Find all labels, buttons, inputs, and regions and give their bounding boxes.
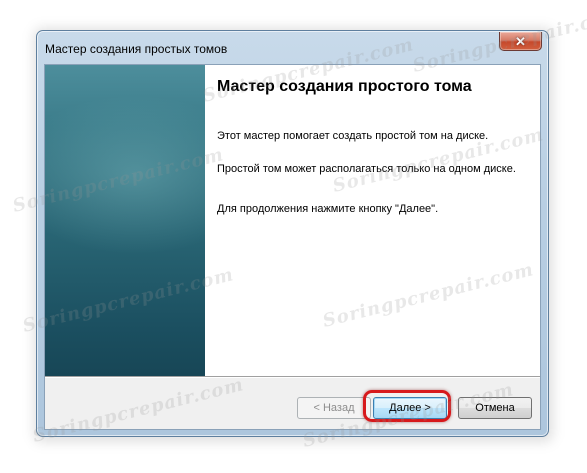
wizard-content-panel: Мастер создания простого тома Этот масте… [205, 65, 540, 376]
close-button[interactable]: ✕ [499, 32, 542, 51]
close-icon: ✕ [515, 33, 526, 49]
next-button-highlight [363, 390, 451, 422]
cancel-button[interactable]: Отмена [458, 397, 532, 419]
wizard-window: Мастер создания простых томов ✕ Мастер с… [36, 30, 549, 437]
wizard-client-area: Мастер создания простого тома Этот масте… [44, 64, 541, 430]
wizard-heading: Мастер создания простого тома [217, 78, 472, 95]
wizard-banner-image [45, 65, 205, 376]
wizard-text-continue: Для продолжения нажмите кнопку "Далее". [217, 203, 439, 215]
window-title: Мастер создания простых томов [45, 42, 228, 56]
wizard-text-intro: Этот мастер помогает создать простой том… [217, 130, 489, 142]
title-bar[interactable]: Мастер создания простых томов ✕ [37, 31, 548, 64]
wizard-text-simple-volume: Простой том может располагаться только н… [217, 163, 516, 175]
back-button[interactable]: < Назад [297, 397, 371, 419]
button-separator [45, 376, 540, 378]
